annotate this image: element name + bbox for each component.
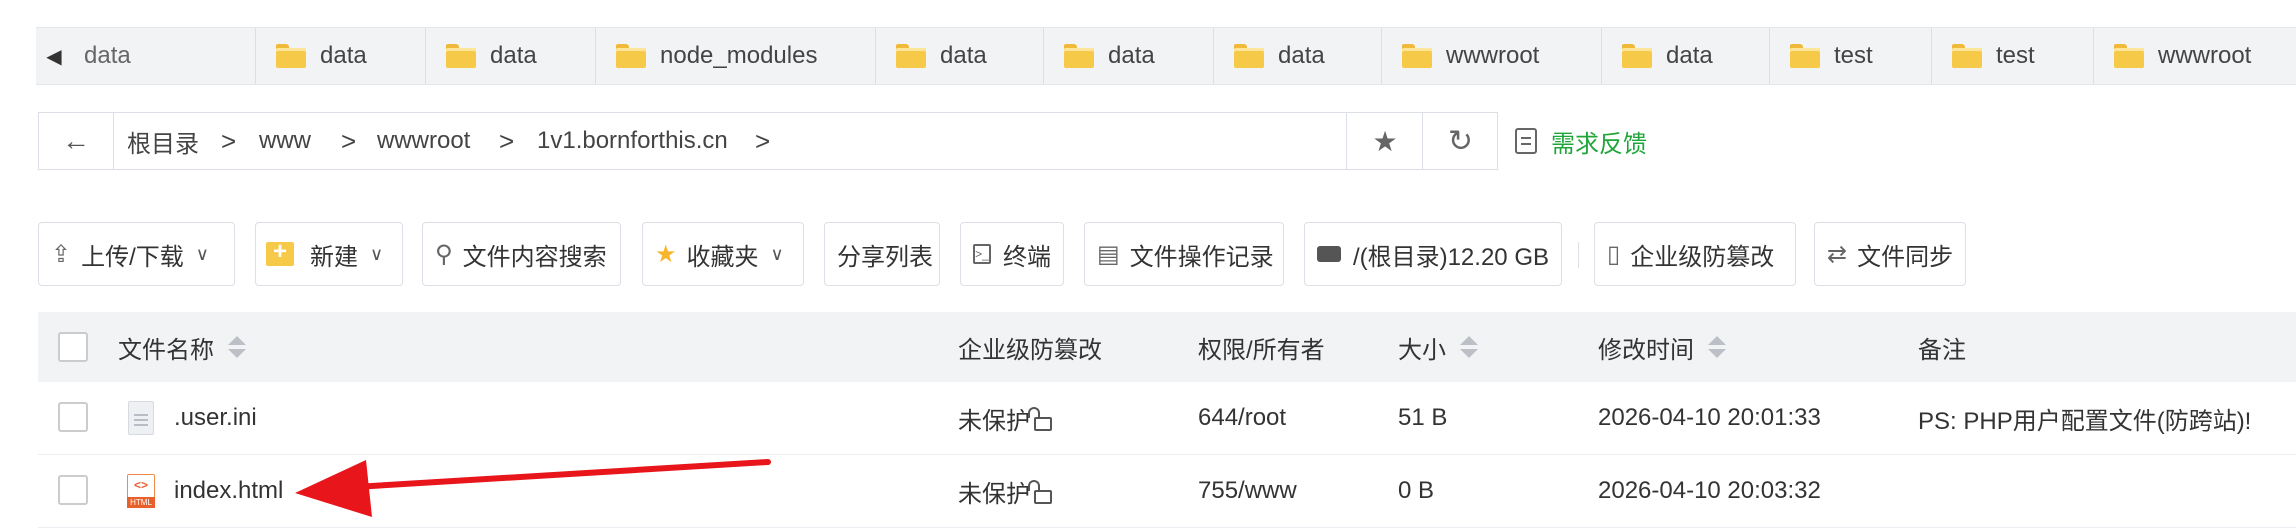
header-note: 备注 <box>1918 336 1966 364</box>
chevron-down-icon: ∨ <box>770 243 784 264</box>
sync-folder-icon: ⇄ <box>1827 240 1848 268</box>
folder-tab-bar: ◀ data data data node_modules data data … <box>36 27 2296 85</box>
file-name[interactable]: index.html <box>174 455 283 527</box>
folder-tab[interactable]: data <box>1602 28 1770 84</box>
star-icon[interactable]: ★ <box>1346 113 1423 169</box>
file-sync-button[interactable]: ⇄ 文件同步 <box>1814 222 1966 286</box>
folder-icon <box>896 44 926 68</box>
upload-download-button[interactable]: ⇪ 上传/下载 ∨ <box>38 222 235 286</box>
header-tamper: 企业级防篡改 <box>958 336 1102 364</box>
tamper-status[interactable]: 未保护 <box>958 382 1052 454</box>
breadcrumb-item-wwwroot[interactable]: wwwroot <box>377 113 470 169</box>
folder-tab[interactable]: data <box>876 28 1044 84</box>
table-header: 文件名称 企业级防篡改 权限/所有者 大小 修改时间 备注 <box>38 312 2296 382</box>
sort-icon[interactable] <box>1460 336 1478 358</box>
folder-tab[interactable]: test <box>1770 28 1932 84</box>
folder-tab[interactable]: data <box>72 28 256 84</box>
table-row[interactable]: <> HTML index.html 未保护 755/www 0 B 2026-0… <box>38 455 2296 528</box>
disk-icon <box>1317 246 1341 262</box>
path-bar: ← 根目录 > www > wwwroot > 1v1.bornforthis.… <box>38 112 1498 170</box>
tab-scroll-left-icon[interactable]: ◀ <box>36 28 72 84</box>
folder-icon <box>1402 44 1432 68</box>
tamper-status[interactable]: 未保护 <box>958 455 1052 527</box>
chevron-right-icon: > <box>499 125 515 156</box>
folder-icon <box>276 44 306 68</box>
chevron-down-icon: ∨ <box>195 243 209 264</box>
file-note[interactable]: PS: PHP用户配置文件(防跨站)! <box>1918 382 2251 454</box>
feedback-icon <box>1515 128 1537 154</box>
ini-file-icon <box>128 382 154 454</box>
share-list-button[interactable]: 分享列表 <box>824 222 940 286</box>
feedback-link[interactable]: 需求反馈 <box>1515 112 1647 170</box>
new-button[interactable]: 新建 ∨ <box>255 222 403 286</box>
row-checkbox[interactable] <box>58 475 88 505</box>
favorites-button[interactable]: ★ 收藏夹 ∨ <box>642 222 804 286</box>
header-size[interactable]: 大小 <box>1398 312 1478 382</box>
file-name[interactable]: .user.ini <box>174 382 257 454</box>
back-arrow-icon[interactable]: ← <box>39 113 114 169</box>
select-all-checkbox[interactable] <box>58 332 88 362</box>
star-icon: ★ <box>655 240 677 268</box>
content-search-button[interactable]: ⚲ 文件内容搜索 <box>422 222 621 286</box>
tamper-protect-button[interactable]: ▯ 企业级防篡改 <box>1594 222 1796 286</box>
search-icon: ⚲ <box>435 240 453 268</box>
chevron-right-icon: > <box>221 125 237 156</box>
folder-icon <box>1064 44 1094 68</box>
disk-button[interactable]: /(根目录)12.20 GB <box>1304 222 1562 286</box>
unlock-icon <box>1028 480 1052 504</box>
refresh-icon[interactable]: ↻ <box>1422 113 1498 169</box>
log-icon: ▤ <box>1097 240 1120 268</box>
toolbar-divider <box>1578 242 1579 268</box>
upload-icon: ⇪ <box>51 240 72 268</box>
folder-tab[interactable]: data <box>1044 28 1214 84</box>
header-modified-time[interactable]: 修改时间 <box>1598 312 1726 382</box>
row-checkbox[interactable] <box>58 402 88 432</box>
breadcrumb-item-site[interactable]: 1v1.bornforthis.cn <box>537 113 728 169</box>
file-size: 51 B <box>1398 404 1448 431</box>
folder-icon <box>446 44 476 68</box>
folder-tab[interactable]: wwwroot <box>2094 28 2296 84</box>
folder-icon <box>1622 44 1652 68</box>
operation-log-button[interactable]: ▤ 文件操作记录 <box>1084 222 1284 286</box>
html-file-icon: <> HTML <box>127 455 155 527</box>
folder-tab[interactable]: data <box>426 28 596 84</box>
folder-tab[interactable]: data <box>1214 28 1382 84</box>
folder-icon <box>1952 44 1982 68</box>
header-permission-owner: 权限/所有者 <box>1198 336 1325 364</box>
file-size: 0 B <box>1398 477 1435 504</box>
folder-icon <box>2114 44 2144 68</box>
breadcrumb-item-www[interactable]: www <box>259 113 311 169</box>
header-file-name[interactable]: 文件名称 <box>118 312 246 382</box>
table-row[interactable]: .user.ini 未保护 644/root 51 B 2026-04-10 2… <box>38 382 2296 455</box>
folder-tab[interactable]: test <box>1932 28 2094 84</box>
modified-time: 2026-04-10 20:03:32 <box>1598 477 1821 504</box>
sort-icon[interactable] <box>228 336 246 358</box>
unlock-icon <box>1028 407 1052 431</box>
permission-owner[interactable]: 755/www <box>1198 455 1297 527</box>
folder-tab[interactable]: data <box>256 28 426 84</box>
folder-tab[interactable]: node_modules <box>596 28 876 84</box>
folder-tab[interactable]: wwwroot <box>1382 28 1602 84</box>
breadcrumb-item-root[interactable]: 根目录 <box>127 113 199 169</box>
modified-time: 2026-04-10 20:01:33 <box>1598 404 1821 431</box>
sort-icon[interactable] <box>1708 336 1726 358</box>
new-folder-icon <box>266 238 294 266</box>
chevron-right-icon: > <box>755 125 771 156</box>
terminal-button[interactable]: >_ 终端 <box>960 222 1064 286</box>
permission-owner[interactable]: 644/root <box>1198 382 1286 454</box>
chevron-right-icon: > <box>341 125 357 156</box>
folder-icon <box>1790 44 1820 68</box>
terminal-icon: >_ <box>973 244 991 264</box>
folder-icon <box>1234 44 1264 68</box>
chevron-down-icon: ∨ <box>370 243 384 264</box>
shield-file-icon: ▯ <box>1607 240 1621 268</box>
folder-icon <box>616 44 646 68</box>
